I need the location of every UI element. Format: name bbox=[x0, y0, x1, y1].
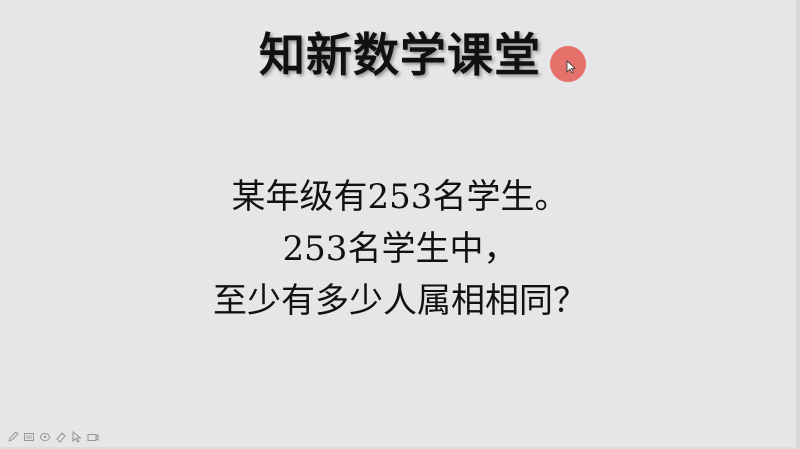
question-line-1: 某年级有253名学生。 bbox=[231, 177, 569, 217]
question-text: 某年级有253名学生。 253名学生中， 至少有多少人属相相同？ bbox=[0, 171, 800, 327]
highlighter-icon[interactable] bbox=[38, 431, 51, 444]
question-line-2: 253名学生中， bbox=[282, 229, 518, 269]
camera-icon[interactable] bbox=[86, 431, 99, 444]
eraser-icon[interactable] bbox=[54, 431, 67, 444]
question-line-3: 至少有多少人属相相同？ bbox=[213, 281, 587, 321]
arrow-icon[interactable] bbox=[70, 431, 83, 444]
pen-icon[interactable] bbox=[6, 431, 19, 444]
slide-icon[interactable] bbox=[22, 431, 35, 444]
cursor-arrow-icon bbox=[566, 60, 576, 74]
presentation-slide: 知新数学课堂 某年级有253名学生。 253名学生中， 至少有多少人属相相同？ bbox=[0, 0, 800, 449]
presenter-toolbar bbox=[6, 430, 99, 444]
slide-title: 知新数学课堂 bbox=[259, 28, 541, 82]
